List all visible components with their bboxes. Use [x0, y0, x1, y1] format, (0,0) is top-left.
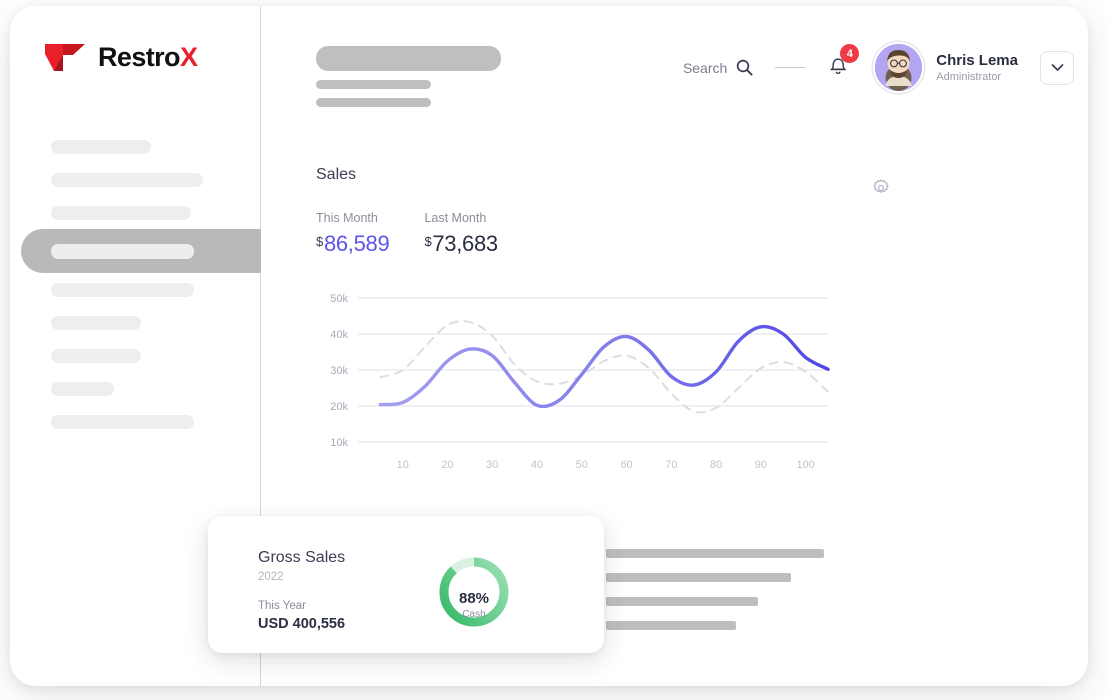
svg-text:30k: 30k	[330, 365, 348, 377]
gross-sales-year: 2022	[258, 571, 284, 583]
page-title-placeholder	[316, 46, 501, 107]
kpi-label: Last Month	[424, 211, 487, 225]
sidebar-item-2[interactable]	[10, 196, 260, 229]
placeholder-bar	[606, 549, 824, 558]
svg-text:90: 90	[755, 459, 767, 471]
sidebar-item-3[interactable]	[21, 229, 271, 273]
sidebar-item-label	[51, 282, 194, 297]
svg-text:20k: 20k	[330, 401, 348, 413]
logo-text-main: Restro	[98, 42, 181, 72]
svg-text:10: 10	[397, 459, 409, 471]
restrox-logo-mark-icon	[43, 42, 87, 73]
placeholder-bar	[606, 597, 758, 606]
sidebar-item-label	[51, 414, 194, 429]
sidebar-item-label	[51, 172, 203, 187]
sidebar-item-label	[51, 139, 151, 154]
svg-text:10k: 10k	[330, 437, 348, 449]
kpi-value: $86,589	[316, 231, 390, 256]
sidebar-item-label	[51, 315, 141, 330]
search-label: Search	[682, 59, 728, 76]
svg-text:50k: 50k	[330, 293, 348, 305]
placeholder-bar	[316, 80, 431, 89]
user-name: Chris Lema	[936, 51, 1018, 69]
placeholder-bar	[316, 98, 431, 107]
notifications-button[interactable]: 4	[827, 44, 860, 82]
svg-text:30: 30	[486, 459, 498, 471]
app-window: RestroX Search 4 Chris Lema Administrato…	[10, 6, 1088, 686]
sales-kpis: This Month $86,589 Last Month $73,683	[316, 211, 861, 257]
sidebar-item-4[interactable]	[10, 273, 260, 306]
sales-title: Sales	[316, 166, 357, 183]
header-toolbar: Search 4 Chris Lema Administrator	[683, 42, 1074, 93]
sidebar-item-1[interactable]	[10, 163, 260, 196]
sidebar-item-8[interactable]	[10, 405, 260, 438]
sidebar-item-label	[51, 348, 141, 363]
sidebar-item-0[interactable]	[10, 130, 260, 163]
gross-sales-card: Gross Sales 2022 This Year USD 400,556 8…	[208, 516, 604, 653]
svg-text:70: 70	[665, 459, 677, 471]
search-button[interactable]: Search	[683, 59, 753, 76]
gross-sales-amount: USD 400,556	[258, 616, 346, 632]
kpi-0: This Month $86,589	[316, 211, 390, 257]
sidebar-item-label	[51, 381, 114, 396]
sidebar-item-6[interactable]	[10, 339, 260, 372]
user-role: Administrator	[936, 71, 1002, 84]
svg-text:100: 100	[796, 459, 814, 471]
sidebar-item-5[interactable]	[10, 306, 260, 339]
user-info[interactable]: Chris Lema Administrator	[936, 52, 1018, 83]
kpi-label: This Month	[316, 211, 378, 225]
gross-sales-donut-label: 88% Cash	[436, 590, 512, 620]
toolbar-divider	[775, 66, 806, 69]
placeholder-bar	[606, 621, 736, 630]
sidebar-item-label	[51, 243, 194, 259]
svg-text:50: 50	[576, 459, 588, 471]
app-logo[interactable]: RestroX	[43, 42, 198, 73]
bell-icon	[827, 58, 850, 81]
user-avatar[interactable]	[873, 42, 925, 93]
kpi-value: $73,683	[424, 231, 498, 256]
notification-count-badge: 4	[840, 44, 860, 63]
search-icon[interactable]	[736, 59, 753, 76]
svg-text:60: 60	[620, 459, 632, 471]
logo-text-accent: X	[179, 42, 198, 72]
gross-sales-sub-label: This Year	[258, 600, 306, 612]
chart-series-last-month	[379, 320, 829, 414]
sidebar-item-7[interactable]	[10, 372, 260, 405]
svg-text:80: 80	[710, 459, 722, 471]
sales-card: Sales This Month $86,589 Last Month $73,683	[316, 166, 889, 257]
placeholder-bar	[606, 573, 791, 582]
svg-text:20: 20	[441, 459, 453, 471]
content-placeholder-list	[606, 549, 824, 645]
gear-icon[interactable]	[871, 178, 891, 198]
sidebar-item-label	[51, 205, 191, 220]
chevron-down-icon	[1051, 59, 1064, 77]
screenshot-root: RestroX Search 4 Chris Lema Administrato…	[0, 0, 1109, 700]
sidebar-nav	[10, 130, 271, 438]
placeholder-bar	[316, 46, 501, 71]
sales-line-chart: 10k 20k 30k 40k 50k 10 20 30 40 50 60 70 80 90 100	[316, 284, 836, 489]
chart-series-this-month	[378, 324, 830, 409]
gross-sales-title: Gross Sales	[258, 549, 346, 566]
user-menu-button[interactable]	[1040, 50, 1074, 85]
svg-text:40k: 40k	[330, 329, 348, 341]
svg-text:40: 40	[531, 459, 543, 471]
gross-sales-caption: Cash	[462, 609, 486, 620]
app-logo-text: RestroX	[98, 42, 198, 72]
kpi-1: Last Month $73,683	[424, 211, 498, 257]
gross-sales-percent: 88%	[458, 590, 490, 607]
